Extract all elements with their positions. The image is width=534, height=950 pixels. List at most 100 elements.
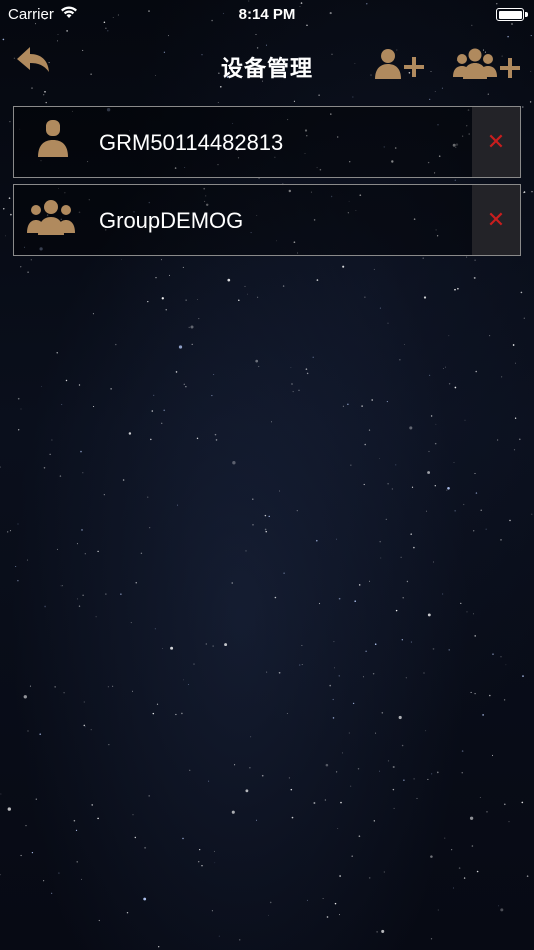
add-user-icon[interactable] bbox=[372, 46, 428, 82]
star bbox=[25, 825, 27, 827]
star bbox=[306, 372, 309, 375]
close-icon: ✕ bbox=[486, 129, 506, 154]
delete-button[interactable]: ✕ bbox=[472, 185, 520, 255]
star bbox=[519, 438, 521, 441]
star bbox=[66, 30, 68, 32]
star bbox=[364, 443, 366, 446]
star bbox=[0, 466, 1, 468]
star bbox=[491, 754, 494, 756]
star bbox=[92, 313, 94, 315]
star bbox=[95, 616, 97, 618]
star bbox=[427, 613, 431, 617]
star bbox=[332, 717, 335, 719]
star bbox=[480, 509, 482, 511]
star bbox=[410, 641, 412, 643]
star bbox=[201, 864, 203, 867]
star bbox=[427, 471, 431, 474]
star bbox=[380, 557, 382, 559]
battery-cap bbox=[525, 12, 528, 17]
star bbox=[261, 774, 264, 777]
add-group-icon[interactable] bbox=[450, 46, 522, 82]
star bbox=[433, 561, 435, 563]
star bbox=[35, 798, 37, 800]
star bbox=[475, 492, 478, 494]
star bbox=[512, 344, 515, 346]
star bbox=[442, 593, 444, 595]
star bbox=[437, 909, 439, 911]
star bbox=[338, 675, 340, 677]
star bbox=[318, 94, 320, 96]
star bbox=[211, 910, 213, 912]
star bbox=[471, 845, 474, 847]
star bbox=[196, 299, 198, 300]
star bbox=[301, 644, 303, 646]
star bbox=[63, 692, 65, 694]
star bbox=[17, 579, 19, 582]
star bbox=[293, 100, 295, 102]
star bbox=[147, 496, 149, 498]
star bbox=[250, 736, 252, 738]
device-name: GroupDEMOG bbox=[99, 208, 244, 233]
star bbox=[165, 309, 167, 311]
star bbox=[469, 816, 474, 820]
star bbox=[347, 403, 349, 405]
star bbox=[256, 819, 257, 821]
star bbox=[296, 509, 298, 512]
star bbox=[54, 686, 56, 688]
star bbox=[181, 712, 183, 715]
star bbox=[358, 835, 361, 838]
star bbox=[178, 345, 183, 349]
star bbox=[473, 613, 474, 615]
star bbox=[503, 699, 506, 701]
star bbox=[218, 935, 220, 937]
star bbox=[395, 609, 398, 612]
star bbox=[83, 701, 85, 703]
star bbox=[82, 594, 84, 596]
star bbox=[205, 643, 207, 645]
star bbox=[329, 684, 331, 687]
star bbox=[185, 299, 187, 301]
star bbox=[249, 767, 251, 769]
star bbox=[252, 523, 254, 526]
star bbox=[20, 266, 22, 268]
star bbox=[196, 437, 199, 440]
star bbox=[375, 732, 377, 734]
star bbox=[521, 801, 524, 804]
star bbox=[361, 405, 363, 407]
star bbox=[461, 772, 463, 774]
delete-button[interactable]: ✕ bbox=[472, 107, 520, 177]
star bbox=[333, 641, 335, 643]
star bbox=[474, 473, 476, 474]
device-row[interactable]: GRM50114482813 ✕ bbox=[13, 106, 521, 178]
star bbox=[393, 807, 395, 809]
star bbox=[430, 938, 433, 940]
star bbox=[162, 648, 163, 649]
star bbox=[466, 611, 468, 613]
star bbox=[405, 677, 407, 679]
star bbox=[73, 819, 76, 822]
star bbox=[470, 691, 472, 693]
star bbox=[51, 892, 53, 894]
star bbox=[379, 307, 381, 309]
nav-bar: 设备管理 bbox=[0, 34, 534, 94]
star bbox=[473, 530, 475, 532]
star bbox=[189, 769, 191, 771]
star bbox=[18, 429, 20, 431]
star bbox=[83, 724, 86, 727]
star bbox=[255, 359, 259, 363]
star bbox=[245, 789, 249, 793]
star bbox=[120, 593, 122, 595]
star bbox=[489, 335, 491, 337]
device-row[interactable]: GroupDEMOG ✕ bbox=[13, 184, 521, 256]
star bbox=[486, 811, 488, 813]
star bbox=[148, 795, 151, 797]
star bbox=[306, 899, 308, 901]
battery-level bbox=[498, 10, 522, 19]
star bbox=[9, 530, 11, 532]
star bbox=[451, 849, 453, 851]
star bbox=[177, 504, 179, 506]
star bbox=[374, 643, 377, 645]
star bbox=[426, 510, 427, 512]
star bbox=[501, 376, 503, 378]
star bbox=[498, 905, 500, 907]
